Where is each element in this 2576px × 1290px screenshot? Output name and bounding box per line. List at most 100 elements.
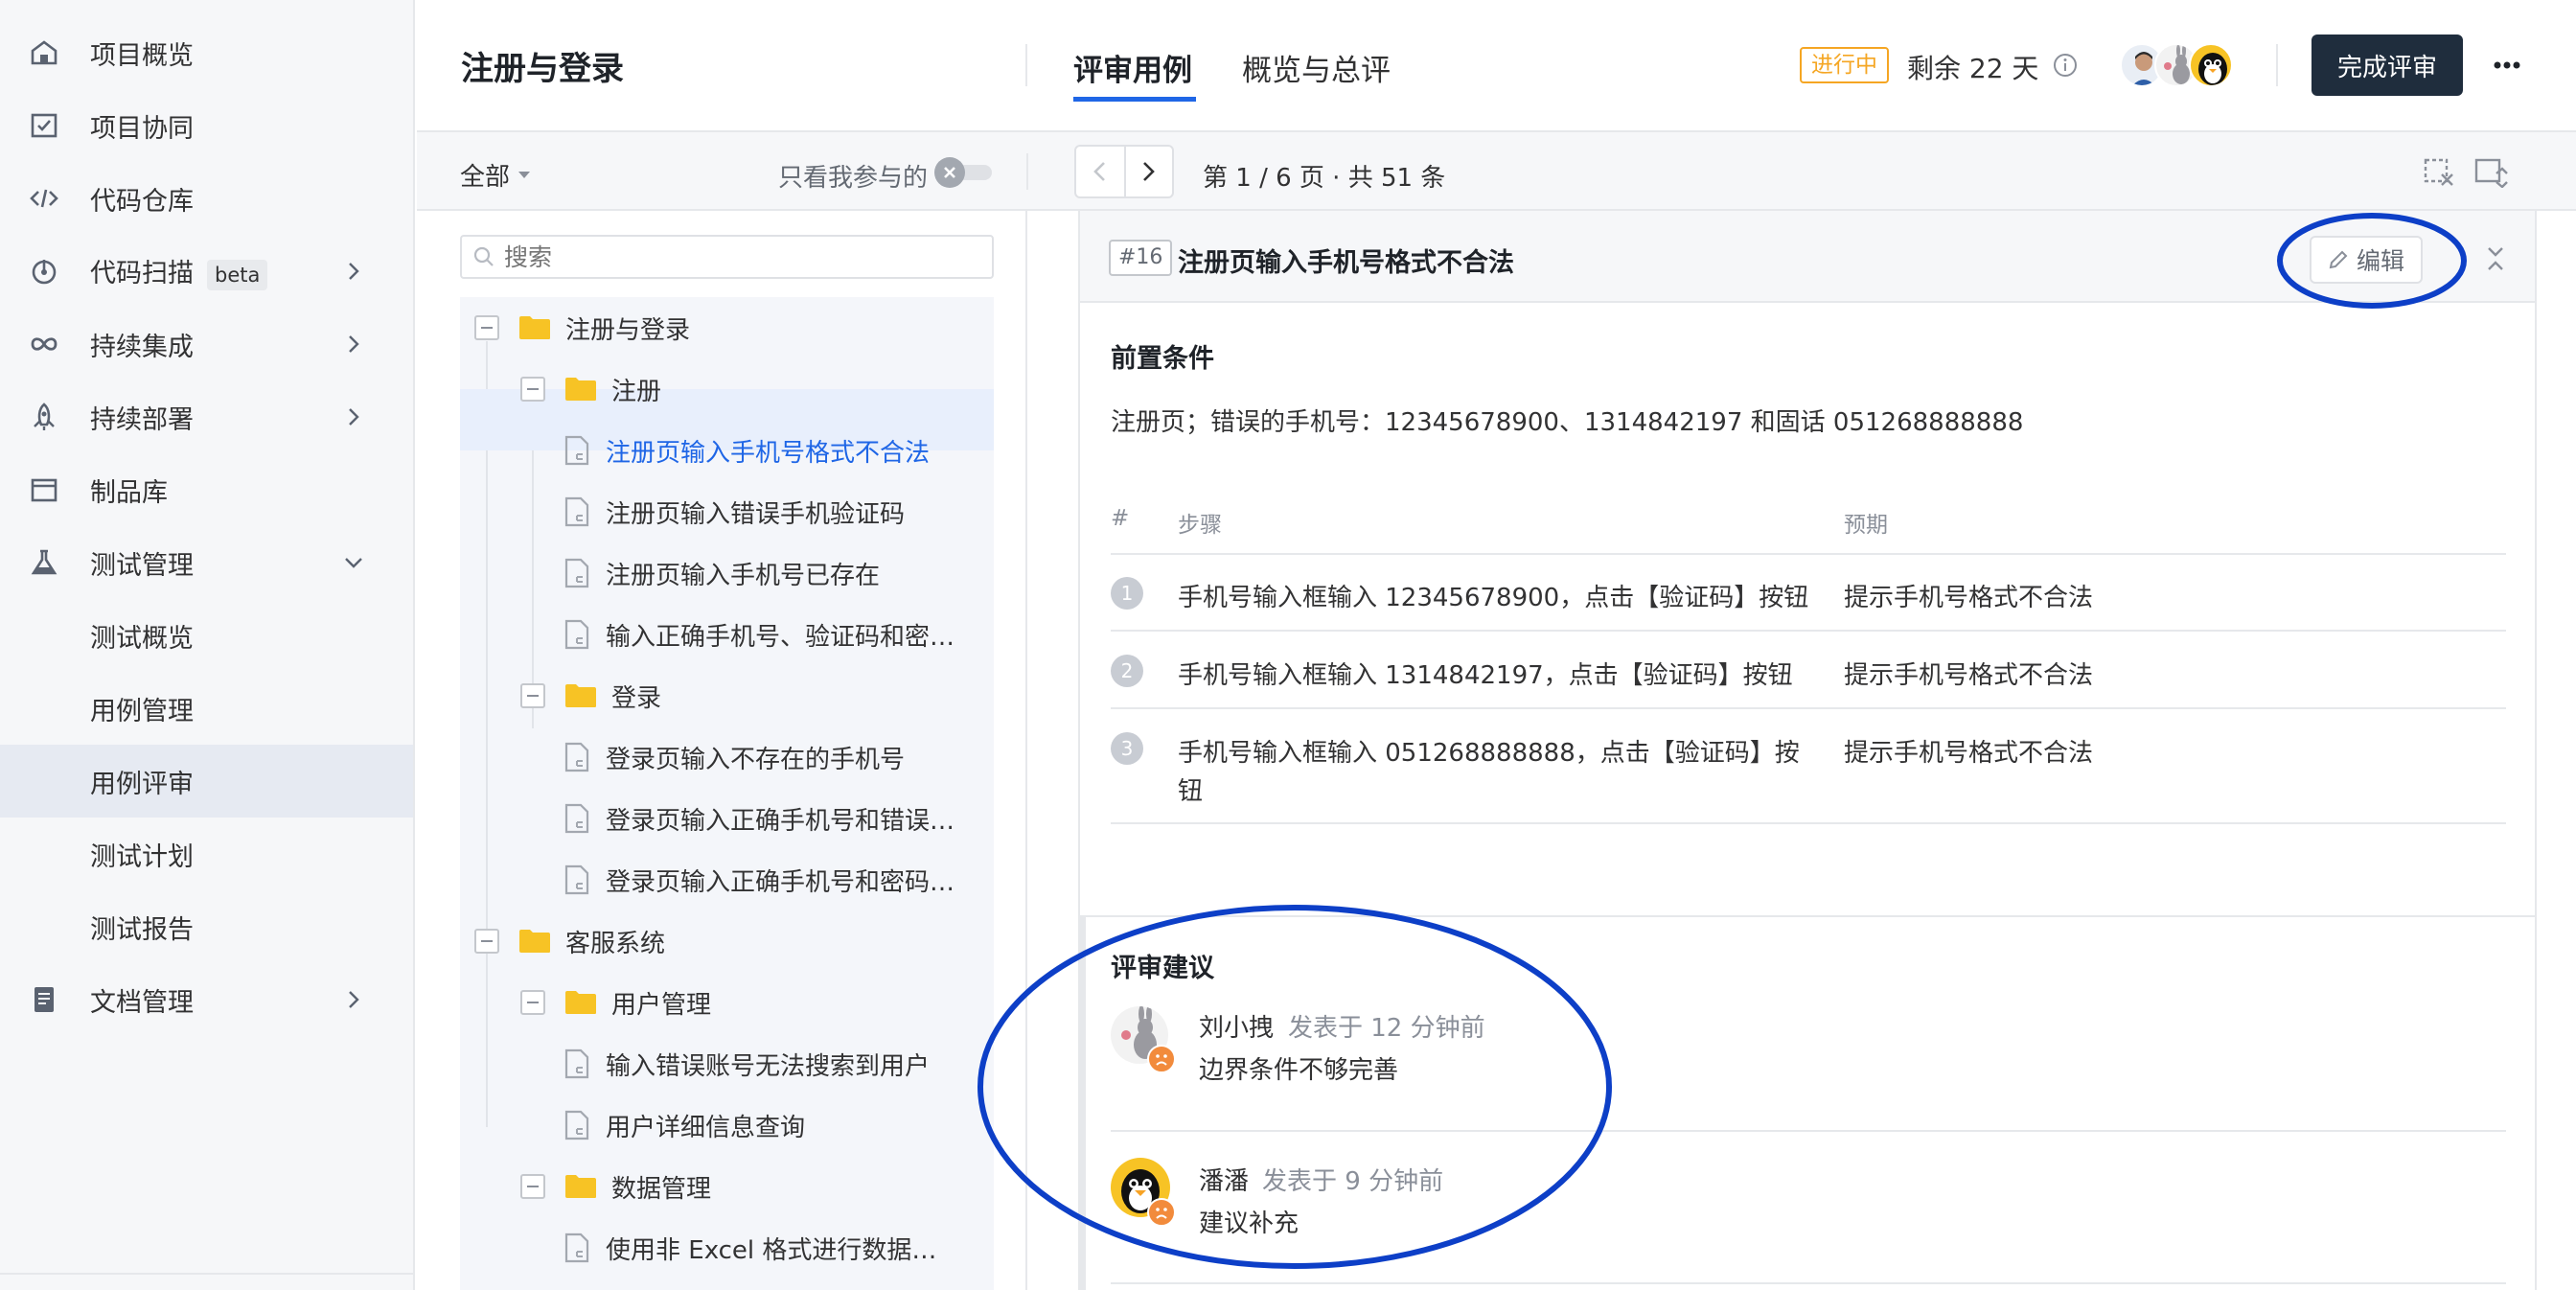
tree-folder-customer-service[interactable]: 客服系统 [460, 910, 994, 972]
tree-node-label: 客服系统 [565, 929, 666, 958]
file-icon [564, 619, 589, 650]
folder-icon [565, 991, 596, 1014]
chevron-right-icon [349, 263, 359, 280]
collapse-icon[interactable] [520, 377, 545, 402]
sidebar-item-case-review[interactable]: 用例评审 [0, 745, 413, 818]
collapse-icon[interactable] [474, 929, 499, 954]
step-number: 3 [1111, 732, 1143, 765]
comment-item: 潘潘 发表于 9 分钟前 建议补充 [1080, 1158, 2537, 1273]
tree-folder-register[interactable]: 注册 [460, 358, 994, 420]
collapse-icon[interactable] [520, 990, 545, 1015]
file-icon [564, 1110, 589, 1140]
toolbar: 全部 只看我参与的 第 1 / 6 页 · 共 51 条 [417, 132, 2576, 211]
tree-node-label: 登录页输入不存在的手机号 [606, 745, 906, 774]
sidebar-item-docs[interactable]: 文档管理 [0, 963, 413, 1036]
tree-case[interactable]: 注册页输入手机号已存在 [460, 542, 994, 604]
collapse-icon[interactable] [520, 683, 545, 708]
top-bar: 注册与登录 评审用例 概览与总评 进行中 剩余 22 天 完成评审 [417, 0, 2576, 132]
tree-case[interactable]: 登录页输入正确手机号和密码… [460, 849, 994, 910]
sidebar-item-project-overview[interactable]: 项目概览 [0, 16, 413, 89]
tree-folder-login[interactable]: 登录 [460, 665, 994, 726]
tree-case[interactable]: 使用非 Excel 格式进行数据… [460, 1217, 994, 1278]
file-icon [564, 864, 589, 895]
info-icon[interactable] [2053, 53, 2078, 78]
sidebar-item-label: 用例管理 [90, 696, 194, 726]
col-expected-header: 预期 [1844, 513, 1888, 538]
file-icon [564, 1048, 589, 1079]
sidebar-item-label: 代码仓库 [90, 186, 194, 217]
pagination-text: 第 1 / 6 页 · 共 51 条 [1203, 164, 1446, 193]
tree-node-label: 登录页输入正确手机号和错误… [606, 806, 955, 836]
divider [1025, 44, 1027, 86]
case-title: 注册页输入手机号格式不合法 [1178, 248, 1514, 278]
sidebar-item-test-report[interactable]: 测试报告 [0, 890, 413, 963]
filter-dropdown[interactable]: 全部 [460, 157, 531, 193]
rocket-icon [34, 403, 55, 430]
tree-case[interactable]: 用户详细信息查询 [460, 1094, 994, 1156]
tree-node-label: 登录 [611, 683, 662, 713]
checkbox-icon [31, 113, 58, 138]
case-detail-panel: #16 注册页输入手机号格式不合法 编辑 前置条件 注册页；错误的手机号：123… [1078, 211, 2537, 1290]
scan-icon [32, 260, 57, 285]
sidebar-item-label: 持续集成 [90, 332, 194, 362]
file-icon [564, 742, 589, 772]
complete-review-button[interactable]: 完成评审 [2312, 35, 2463, 96]
sidebar-item-label: 测试概览 [90, 623, 194, 654]
tree-folder-register-login[interactable]: 注册与登录 [460, 297, 994, 358]
tree-case[interactable]: 登录页输入正确手机号和错误… [460, 788, 994, 849]
tab-review-cases[interactable]: 评审用例 [1073, 46, 1192, 89]
edit-button[interactable]: 编辑 [2310, 236, 2423, 284]
prev-page-icon[interactable] [1090, 160, 1111, 183]
tree-folder-user-management[interactable]: 用户管理 [460, 972, 994, 1033]
tree-case[interactable]: 输入错误账号无法搜索到用户 [460, 1033, 994, 1094]
step-number: 2 [1111, 655, 1143, 687]
collapse-icon[interactable] [520, 1174, 545, 1199]
search-input[interactable] [504, 242, 983, 271]
collapse-panel-icon[interactable] [2485, 245, 2506, 272]
edit-label: 编辑 [2356, 247, 2404, 275]
more-icon[interactable] [2493, 58, 2521, 73]
select-cases-icon[interactable] [2423, 155, 2455, 188]
flask-icon [31, 549, 58, 575]
folder-icon [519, 316, 550, 339]
sidebar-item-code-scan[interactable]: 代码扫描 beta [0, 235, 413, 308]
sidebar-item-test-overview[interactable]: 测试概览 [0, 599, 413, 672]
avatar[interactable] [2189, 43, 2233, 87]
tree-folder-data-management[interactable]: 数据管理 [460, 1156, 994, 1217]
close-icon [944, 167, 955, 178]
search-box[interactable] [460, 235, 994, 279]
comment-text: 建议补充 [1199, 1209, 1300, 1238]
chevron-right-icon [349, 991, 359, 1008]
active-tab-indicator [1073, 97, 1196, 102]
status-badge: 进行中 [1800, 47, 1889, 83]
sidebar-item-ci[interactable]: 持续集成 [0, 308, 413, 380]
tree-case-selected[interactable]: 注册页输入手机号格式不合法 [460, 420, 994, 481]
sidebar-item-test-plan[interactable]: 测试计划 [0, 818, 413, 890]
sidebar-item-test-management[interactable]: 测试管理 [0, 526, 413, 599]
expected-text: 提示手机号格式不合法 [1844, 661, 2094, 690]
sidebar-item-artifacts[interactable]: 制品库 [0, 453, 413, 526]
sidebar-item-label: 代码扫描 [90, 259, 194, 288]
sidebar-item-case-management[interactable]: 用例管理 [0, 672, 413, 745]
tree-case[interactable]: 输入正确手机号、验证码和密… [460, 604, 994, 665]
only-mine-toggle[interactable] [934, 157, 994, 188]
sidebar-item-code-repo[interactable]: 代码仓库 [0, 162, 413, 235]
tree-case[interactable]: 注册页输入错误手机验证码 [460, 481, 994, 542]
tree-case[interactable]: 登录页输入不存在的手机号 [460, 726, 994, 788]
sidebar-item-label: 项目协同 [90, 113, 194, 144]
pager-buttons [1074, 145, 1174, 198]
sidebar-item-label: 用例评审 [90, 769, 194, 799]
sad-face-icon [1147, 1045, 1176, 1073]
tab-overview-summary[interactable]: 概览与总评 [1242, 46, 1391, 89]
comment-author: 潘潘 [1199, 1167, 1250, 1196]
sidebar-item-cd[interactable]: 持续部署 [0, 380, 413, 453]
comment-time: 发表于 9 分钟前 [1262, 1167, 1444, 1196]
collapse-icon[interactable] [474, 315, 499, 340]
case-id-badge: #16 [1109, 240, 1173, 276]
page-title: 注册与登录 [461, 50, 624, 88]
sidebar-item-project-collab[interactable]: 项目协同 [0, 89, 413, 162]
next-page-icon[interactable] [1138, 160, 1159, 183]
expand-cases-icon[interactable] [2473, 155, 2508, 188]
file-icon [564, 558, 589, 588]
tree-node-label: 用户详细信息查询 [606, 1113, 806, 1142]
